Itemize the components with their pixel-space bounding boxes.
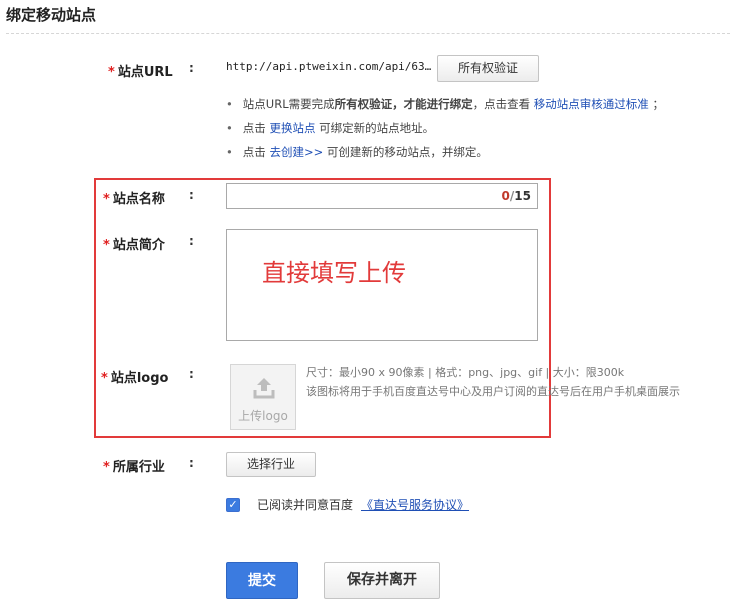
upload-icon [253,378,275,399]
upload-label: 上传logo [238,409,288,423]
colon: : [189,188,194,202]
audit-standard-link[interactable]: 移动站点审核通过标准 [534,97,649,111]
required-star: * [103,460,110,475]
check-icon: ✓ [228,498,238,511]
agreement-text: 已阅读并同意百度 [257,498,354,512]
site-name-input[interactable]: 0/15 [226,183,538,209]
page-title: 绑定移动站点 [6,6,97,24]
required-star: * [108,65,115,80]
site-intro-label: * 站点简介 [103,238,165,253]
service-agreement-link[interactable]: 《直达号服务协议》 [361,496,469,513]
select-industry-button[interactable]: 选择行业 [226,452,316,477]
site-name-label: * 站点名称 [103,192,165,207]
logo-desc-text: 该图标将用于手机百度直达号中心及用户订阅的直达号后在用户手机桌面展示 [306,385,680,398]
required-star: * [101,371,108,386]
required-star: * [103,238,110,253]
site-url-label: * 站点URL [108,65,173,80]
colon: : [189,456,194,470]
logo-spec-text: 尺寸：最小90 x 90像素 | 格式：png、jpg、gif | 大小：限30… [306,366,625,379]
agreement-checkbox[interactable]: ✓ [226,498,240,512]
required-star: * [103,192,110,207]
change-site-link[interactable]: 更换站点 [269,121,315,135]
colon: : [189,61,194,75]
submit-button[interactable]: 提交 [226,562,298,599]
char-counter: 0/15 [501,189,531,203]
hint-change-site: • 点击 更换站点 可绑定新的站点地址。 [226,121,435,135]
colon: : [189,367,194,381]
site-logo-label: * 站点logo [101,371,169,386]
create-site-link[interactable]: 去创建>> [269,145,323,159]
colon: : [189,234,194,248]
industry-label: * 所属行业 [103,460,165,475]
ownership-verify-button[interactable]: 所有权验证 [437,55,539,82]
annotation-text: 直接填写上传 [262,259,406,287]
hint-create-site: • 点击 去创建>> 可创建新的移动站点，并绑定。 [226,145,488,159]
logo-upload-button[interactable]: 上传logo [230,364,296,430]
hint-verify: • 站点URL需要完成所有权验证，才能进行绑定，点击查看 移动站点审核通过标准 ； [226,97,664,111]
title-divider [6,33,730,34]
site-url-value: http://api.ptweixin.com/api/63… [226,60,432,73]
save-and-leave-button[interactable]: 保存并离开 [324,562,440,599]
